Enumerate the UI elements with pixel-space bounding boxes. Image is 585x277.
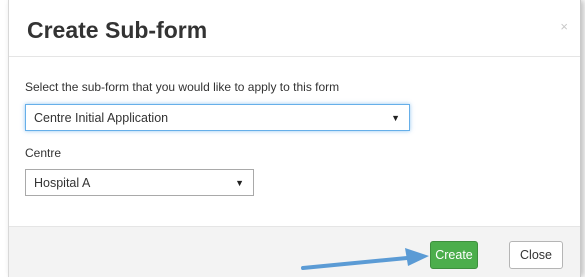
subform-select-value: Centre Initial Application <box>34 111 169 125</box>
centre-select-value: Hospital A <box>34 176 91 190</box>
close-icon[interactable]: × <box>560 20 568 33</box>
subform-select-label: Select the sub-form that you would like … <box>25 80 340 94</box>
chevron-down-icon: ▼ <box>235 178 244 188</box>
close-button[interactable]: Close <box>509 241 563 269</box>
pointer-arrow-icon <box>301 248 429 270</box>
create-button[interactable]: Create <box>430 241 478 269</box>
subform-select[interactable]: Centre Initial Application ▼ <box>25 104 410 131</box>
centre-select[interactable]: Hospital A ▼ <box>25 169 254 196</box>
centre-select-label: Centre <box>25 146 62 160</box>
chevron-down-icon: ▼ <box>391 113 400 123</box>
dialog-title: Create Sub-form <box>27 17 208 43</box>
dialog-header: Create Sub-form × <box>9 0 580 57</box>
